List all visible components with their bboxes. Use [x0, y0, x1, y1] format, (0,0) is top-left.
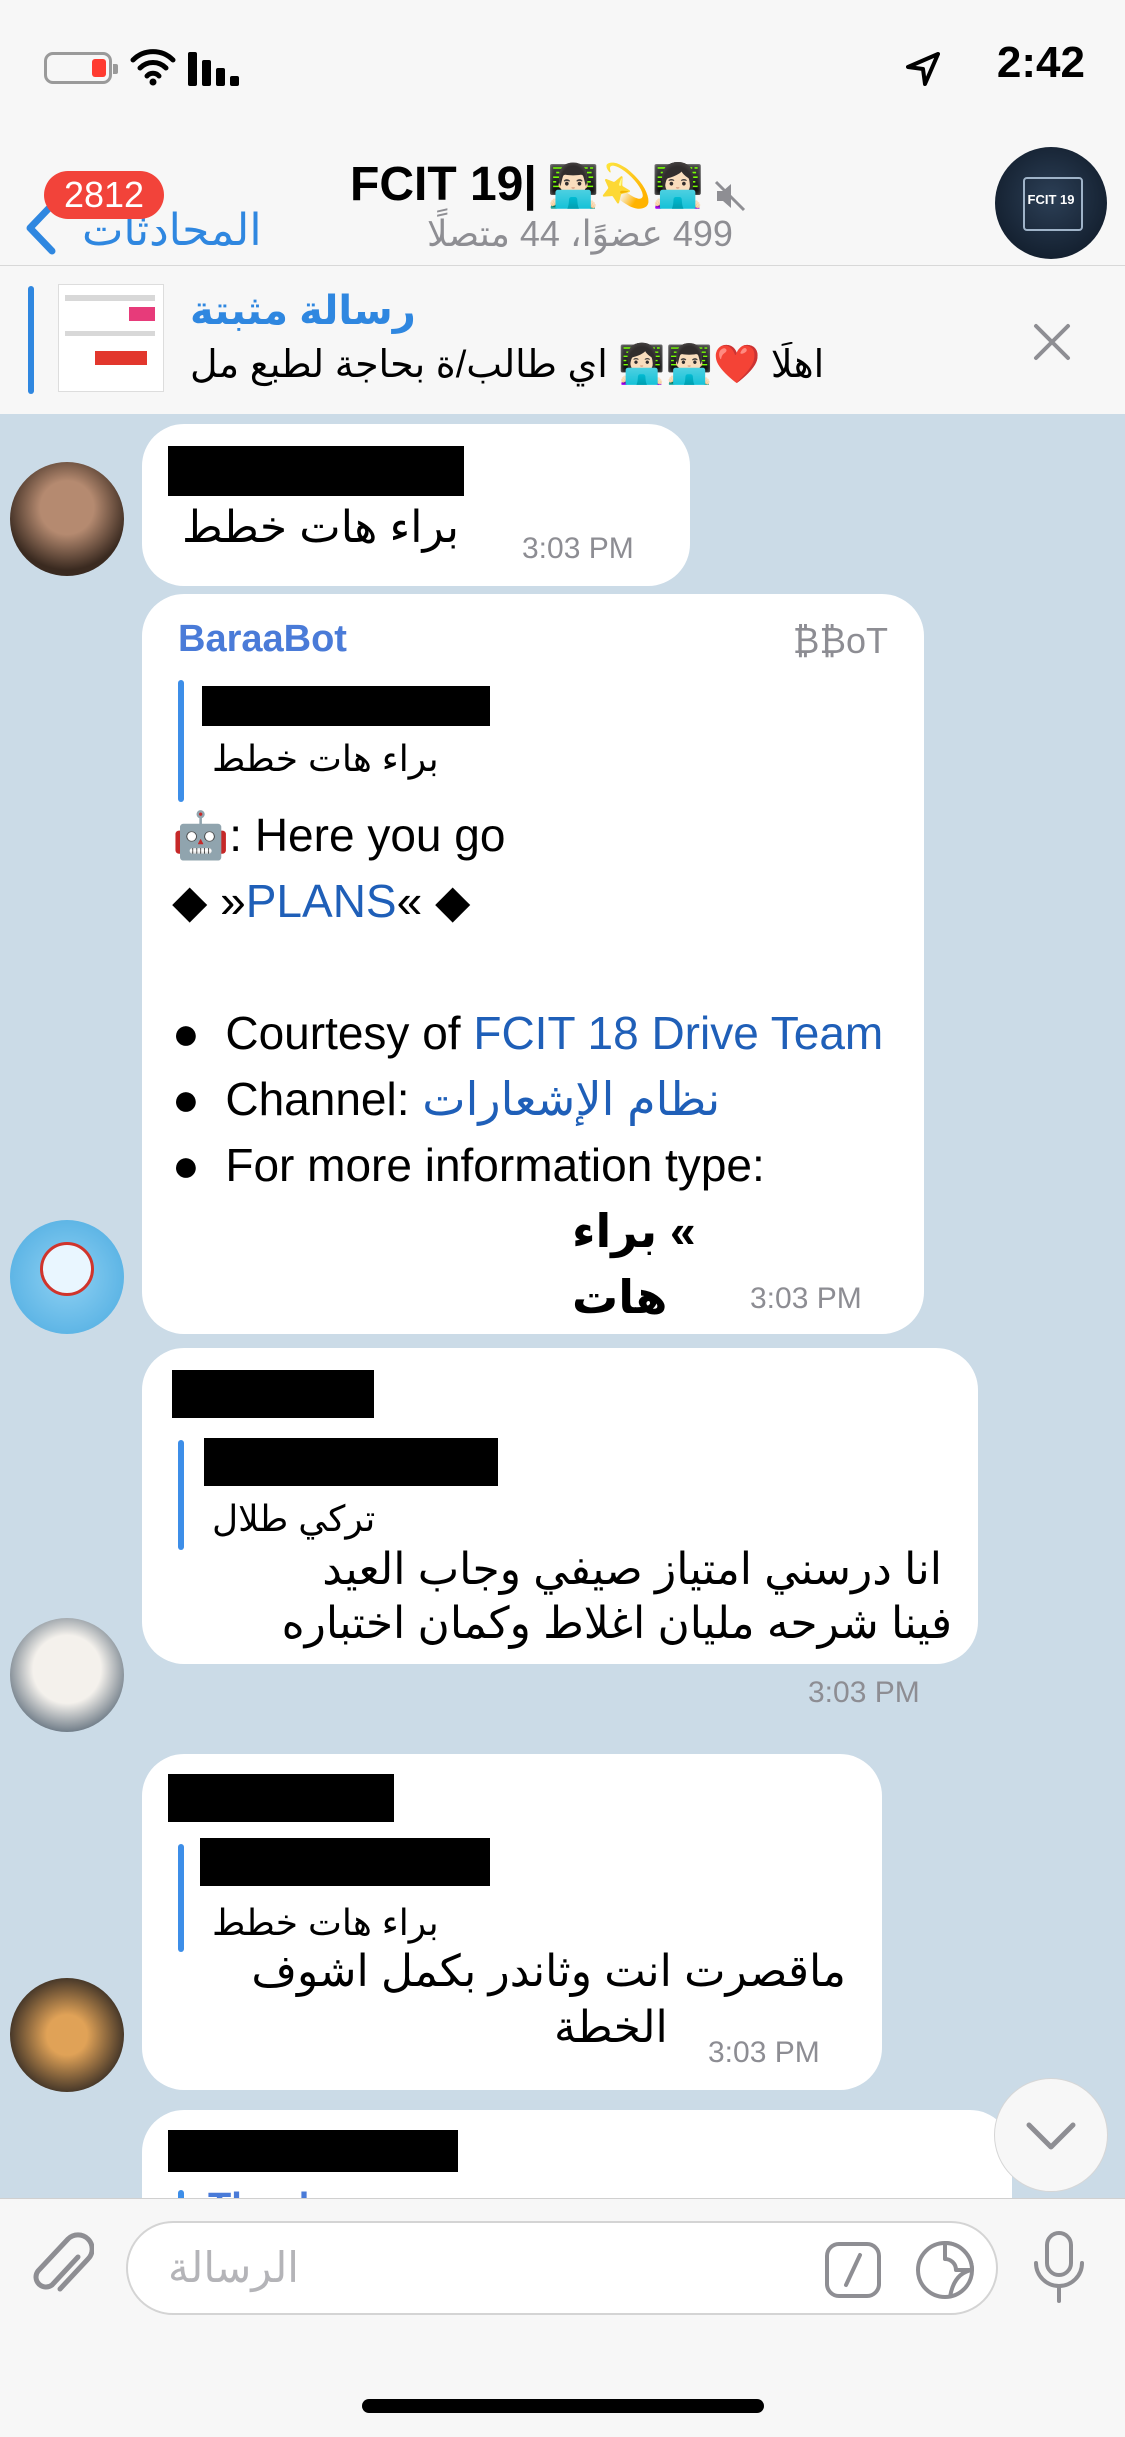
chat-title-area[interactable]: FCIT 19| 👨🏻‍💻💫👩🏻‍💻 499 عضوًا، 44 متصلًا — [330, 145, 850, 255]
pinned-title: رسالة مثبتة — [190, 289, 416, 333]
avatar[interactable] — [10, 462, 124, 576]
group-avatar[interactable]: FCIT 19 — [995, 147, 1107, 259]
channel-link[interactable]: نظام الإشعارات — [422, 1073, 720, 1125]
chat-title: FCIT 19| — [350, 158, 537, 211]
message-time: 3:03 PM — [750, 1282, 862, 1315]
bot-badge: ₿₿oT — [792, 620, 888, 661]
message-text-line1: ماقصرت انت وثاندر بكمل اشوف — [251, 1947, 846, 1996]
chevron-down-icon — [1026, 2122, 1076, 2150]
reply-quote-partial: Thanks — [208, 2186, 341, 2198]
chat-header: المحادثات 2812 FCIT 19| 👨🏻‍💻💫👩🏻‍💻 499 عض… — [0, 135, 1125, 265]
chat-subtitle: 499 عضوًا، 44 متصلًا — [427, 213, 733, 254]
bot-line-greeting: 🤖: Here you go — [172, 809, 506, 861]
message-time: 3:03 PM — [522, 532, 634, 565]
title-emoji: 👨🏻‍💻💫👩🏻‍💻 — [547, 162, 705, 209]
reply-quote: براء هات خطط — [212, 1902, 439, 1943]
message-input[interactable]: الرسالة — [126, 2221, 998, 2315]
pinned-preview: اهلًا ❤️👨🏻‍💻👩🏻‍💻 اي طالب/ة بحاجة لطبع مل — [190, 344, 825, 386]
plans-line: ◆ »PLANS« ◆ — [172, 875, 471, 927]
battery-icon — [44, 52, 118, 84]
status-time: 2:42 — [996, 38, 1085, 87]
location-arrow-icon — [906, 52, 940, 86]
back-button[interactable]: المحادثات 2812 — [18, 165, 308, 255]
redacted-reply-sender — [202, 686, 490, 726]
home-indicator — [362, 2399, 764, 2413]
info-command: » براء هات — [572, 1205, 696, 1323]
reply-quote: براء هات خطط — [212, 738, 439, 779]
courtesy-line: ● Courtesy of FCIT 18 Drive Team — [172, 1007, 884, 1059]
paperclip-icon[interactable] — [30, 2229, 94, 2303]
microphone-icon[interactable] — [1030, 2229, 1088, 2307]
scroll-down-button[interactable] — [994, 2078, 1108, 2192]
message-time-visible: 3:03 PM — [808, 1676, 920, 1709]
avatar[interactable] — [10, 1978, 124, 2092]
muted-icon — [714, 180, 745, 211]
avatar[interactable] — [10, 1618, 124, 1732]
redacted-sender — [168, 446, 464, 496]
bot-commands-icon[interactable] — [824, 2241, 882, 2299]
message-input-placeholder: الرسالة — [168, 2244, 299, 2291]
bot-avatar[interactable] — [10, 1220, 124, 1334]
sender-name[interactable]: BaraaBot — [178, 618, 347, 661]
redacted-reply-sender — [204, 1438, 498, 1486]
reply-accent-bar — [178, 1844, 184, 1952]
reply-accent-bar — [178, 1440, 184, 1550]
sticker-icon[interactable] — [914, 2239, 976, 2301]
pinned-message[interactable]: رسالة مثبتة اهلًا ❤️👨🏻‍💻👩🏻‍💻 اي طالب/ة ب… — [0, 265, 1125, 415]
reply-accent-bar — [178, 680, 184, 802]
redacted-sender — [172, 1370, 374, 1418]
message-bubble[interactable]: براء هات خطط 3:03 PM — [142, 424, 690, 586]
status-bar: 2:42 — [0, 0, 1125, 135]
group-avatar-text: FCIT 19 — [1027, 192, 1075, 207]
redacted-sender — [168, 2130, 458, 2172]
pinned-thumbnail — [58, 284, 164, 392]
message-text: براء هات خطط — [182, 503, 459, 552]
message-bubble[interactable]: براء هات خطط ماقصرت انت وثاندر بكمل اشوف… — [142, 1754, 882, 2090]
redacted-sender — [168, 1774, 394, 1822]
message-time: 3:03 PM — [708, 2036, 820, 2069]
wifi-icon — [130, 49, 176, 86]
cellular-signal-icon — [188, 52, 239, 86]
reply-accent-bar — [178, 2190, 184, 2198]
pinned-accent-bar — [28, 286, 34, 394]
unread-badge: 2812 — [44, 171, 164, 219]
message-bubble[interactable]: Thanks — [142, 2110, 1012, 2198]
reply-quote: تركي طلال — [212, 1498, 376, 1539]
message-bubble[interactable]: تركي طلال انا درسني امتياز صيفي وجاب الع… — [142, 1348, 978, 1664]
close-icon[interactable] — [1032, 322, 1072, 362]
composer-bar: الرسالة — [0, 2198, 1125, 2437]
message-text-line1: انا درسني امتياز صيفي وجاب العيد — [322, 1545, 942, 1594]
redacted-reply-sender — [200, 1838, 490, 1886]
message-text-line2: الخطة — [554, 2003, 668, 2052]
courtesy-link[interactable]: FCIT 18 Drive Team — [473, 1007, 883, 1059]
channel-line: ● Channel: نظام الإشعارات — [172, 1073, 721, 1125]
message-list[interactable]: براء هات خطط 3:03 PM BaraaBot ₿₿oT براء … — [0, 414, 1125, 2198]
message-bubble[interactable]: BaraaBot ₿₿oT براء هات خطط 🤖: Here you g… — [142, 594, 924, 1334]
info-line: ● For more information type: — [172, 1139, 765, 1191]
plans-link[interactable]: PLANS — [246, 875, 397, 927]
